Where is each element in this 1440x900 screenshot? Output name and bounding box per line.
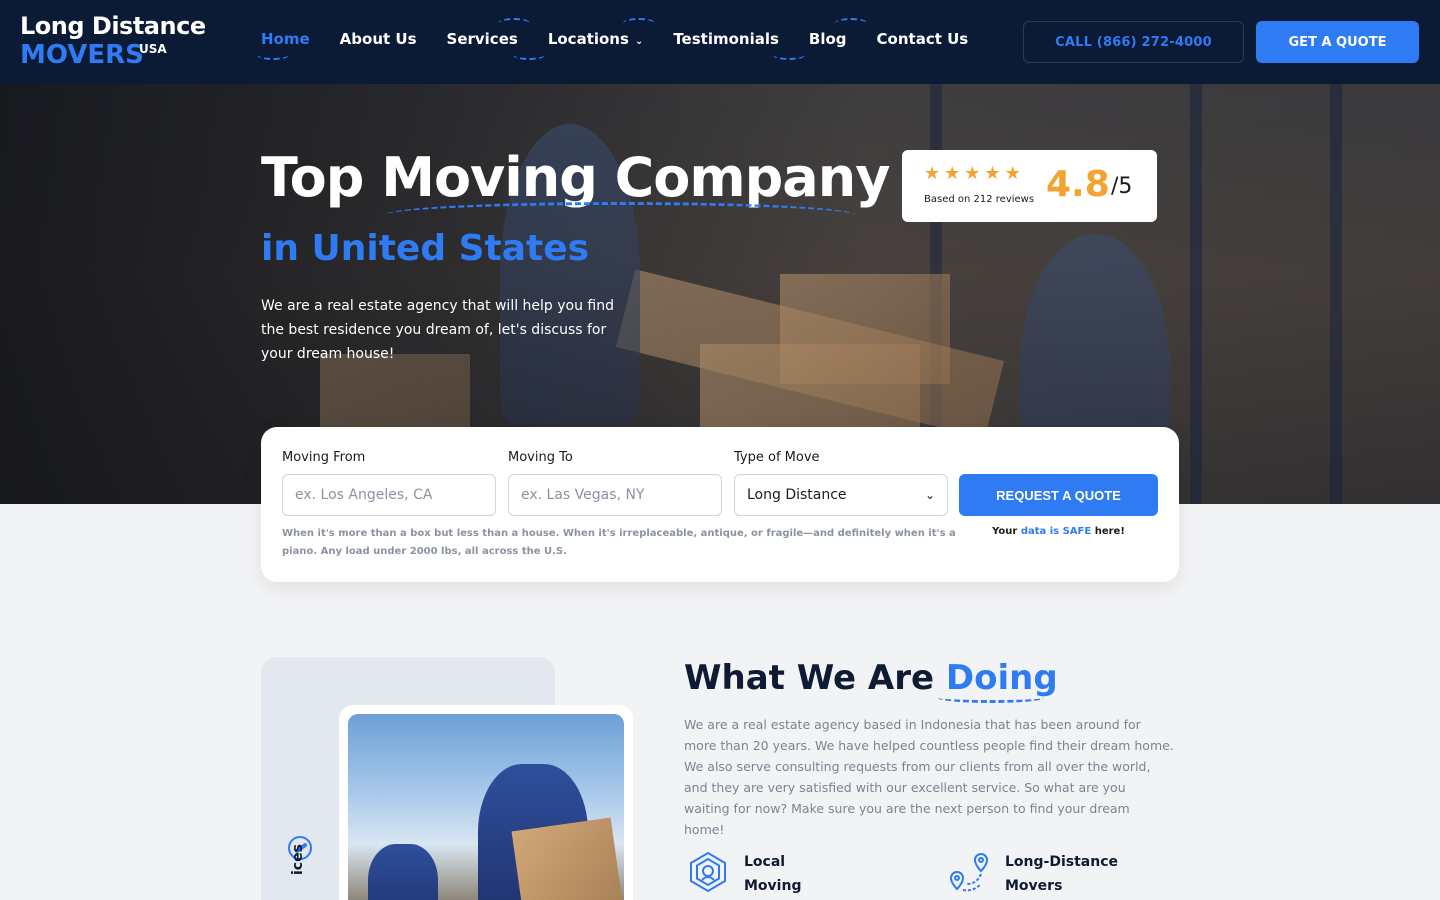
nav-arc-deco [773, 50, 806, 60]
nav-link-about[interactable]: About Us [340, 30, 417, 48]
nav-arc-deco [497, 18, 530, 28]
nav-arc-deco [512, 50, 545, 60]
nav-link-label: Services [446, 30, 518, 48]
nav-underline-deco [257, 50, 289, 60]
rating-score: 4.8 [1046, 164, 1110, 205]
mover-figure [368, 844, 438, 900]
nav-link-services[interactable]: Services [446, 18, 545, 60]
brand-line2: MOVERS [20, 40, 144, 70]
nav-link-label: Home [261, 30, 310, 48]
nav-link-testimonials[interactable]: Testimonials [673, 30, 806, 60]
star-icon: ★ [944, 163, 961, 184]
main-nav: Home About Us Services Locations ⌄ Testim… [257, 18, 969, 60]
rating-note: Based on 212 reviews [924, 194, 1035, 205]
star-icon: ★ [924, 163, 941, 184]
carton-box [511, 817, 624, 900]
feature-local-moving[interactable]: Local Moving [686, 850, 801, 898]
window-frame [1190, 84, 1202, 504]
call-button[interactable]: CALL (866) 272-4000 [1023, 21, 1244, 63]
movers-photo [348, 714, 624, 900]
nav-arc-deco [623, 18, 656, 28]
about-title: What We Are Doing [684, 658, 1058, 698]
rating-card: ★ ★ ★ ★ ★ Based on 212 reviews 4.8 /5 [902, 150, 1157, 222]
feature-title: Long-Distance [1005, 854, 1118, 870]
feature-title: Local [744, 854, 786, 870]
moving-from-input[interactable] [295, 487, 483, 503]
star-icon: ★ [984, 163, 1001, 184]
nav-link-label: Testimonials [673, 30, 779, 48]
nav-link-label: About Us [339, 30, 417, 48]
route-pin-icon [947, 850, 991, 894]
chevron-down-icon: ⌄ [634, 36, 644, 47]
feature-text: Long-Distance Movers [1005, 850, 1118, 898]
moving-from-label: Moving From [282, 450, 366, 465]
data-safe-note: Your data is SAFE here! [959, 526, 1158, 537]
nav-link-label: Blog [808, 30, 847, 48]
brand-line1: Long Distance [20, 12, 206, 40]
safe-note-prefix: Your [992, 526, 1021, 537]
home-shield-icon [686, 850, 730, 894]
moving-to-field[interactable] [508, 474, 722, 516]
quote-form: Moving From Moving To Type of Move Long … [261, 427, 1179, 582]
hero-title: Top Moving Company [261, 146, 890, 209]
rating-max: /5 [1111, 174, 1133, 199]
brand-logo[interactable]: Long Distance MOVERS USA [20, 12, 206, 70]
move-type-select[interactable]: Long Distance ⌄ [734, 474, 948, 516]
window-frame [1330, 84, 1342, 504]
top-navbar: Long Distance MOVERS USA Home About Us S… [0, 0, 1440, 84]
nav-link-home[interactable]: Home [257, 30, 310, 60]
move-type-label: Type of Move [734, 450, 820, 465]
nav-link-blog[interactable]: Blog [808, 18, 867, 48]
safe-note-suffix: here! [1091, 526, 1125, 537]
star-half-icon: ★ [1004, 163, 1021, 184]
form-note: When it's more than a box but less than … [282, 528, 956, 557]
hero-description: We are a real estate agency that will he… [261, 298, 615, 362]
vertical-services-label: ices [290, 844, 306, 875]
nav-link-contact[interactable]: Contact Us [877, 30, 969, 48]
about-title-prefix: What We Are [684, 658, 946, 698]
request-quote-button[interactable]: REQUEST A QUOTE [959, 474, 1158, 516]
moving-to-label: Moving To [508, 450, 573, 465]
feature-subtitle: Movers [1005, 878, 1063, 894]
feature-text: Local Moving [744, 850, 801, 898]
nav-link-locations[interactable]: Locations ⌄ [547, 18, 656, 48]
moving-from-field[interactable] [282, 474, 496, 516]
hero-subtitle: in United States [261, 228, 590, 269]
nav-link-label: Contact Us [876, 30, 969, 48]
brand-tag: USA [139, 42, 167, 56]
nav-arc-deco [834, 18, 867, 28]
safe-note-highlight: data is SAFE [1020, 526, 1092, 537]
feature-subtitle: Moving [744, 878, 802, 894]
nav-link-label: Locations [547, 30, 629, 48]
moving-to-input[interactable] [521, 487, 709, 503]
chevron-down-icon: ⌄ [924, 488, 935, 502]
hero-swoosh-deco [385, 202, 855, 228]
about-description: We are a real estate agency based in Ind… [684, 717, 1174, 837]
title-swoosh-deco [938, 693, 1044, 703]
rating-stars: ★ ★ ★ ★ ★ [924, 164, 1021, 184]
move-type-value: Long Distance [747, 487, 847, 503]
star-icon: ★ [964, 163, 981, 184]
feature-long-distance[interactable]: Long-Distance Movers [947, 850, 1118, 898]
get-quote-button[interactable]: GET A QUOTE [1256, 21, 1419, 63]
about-title-highlight: Doing [945, 658, 1058, 698]
